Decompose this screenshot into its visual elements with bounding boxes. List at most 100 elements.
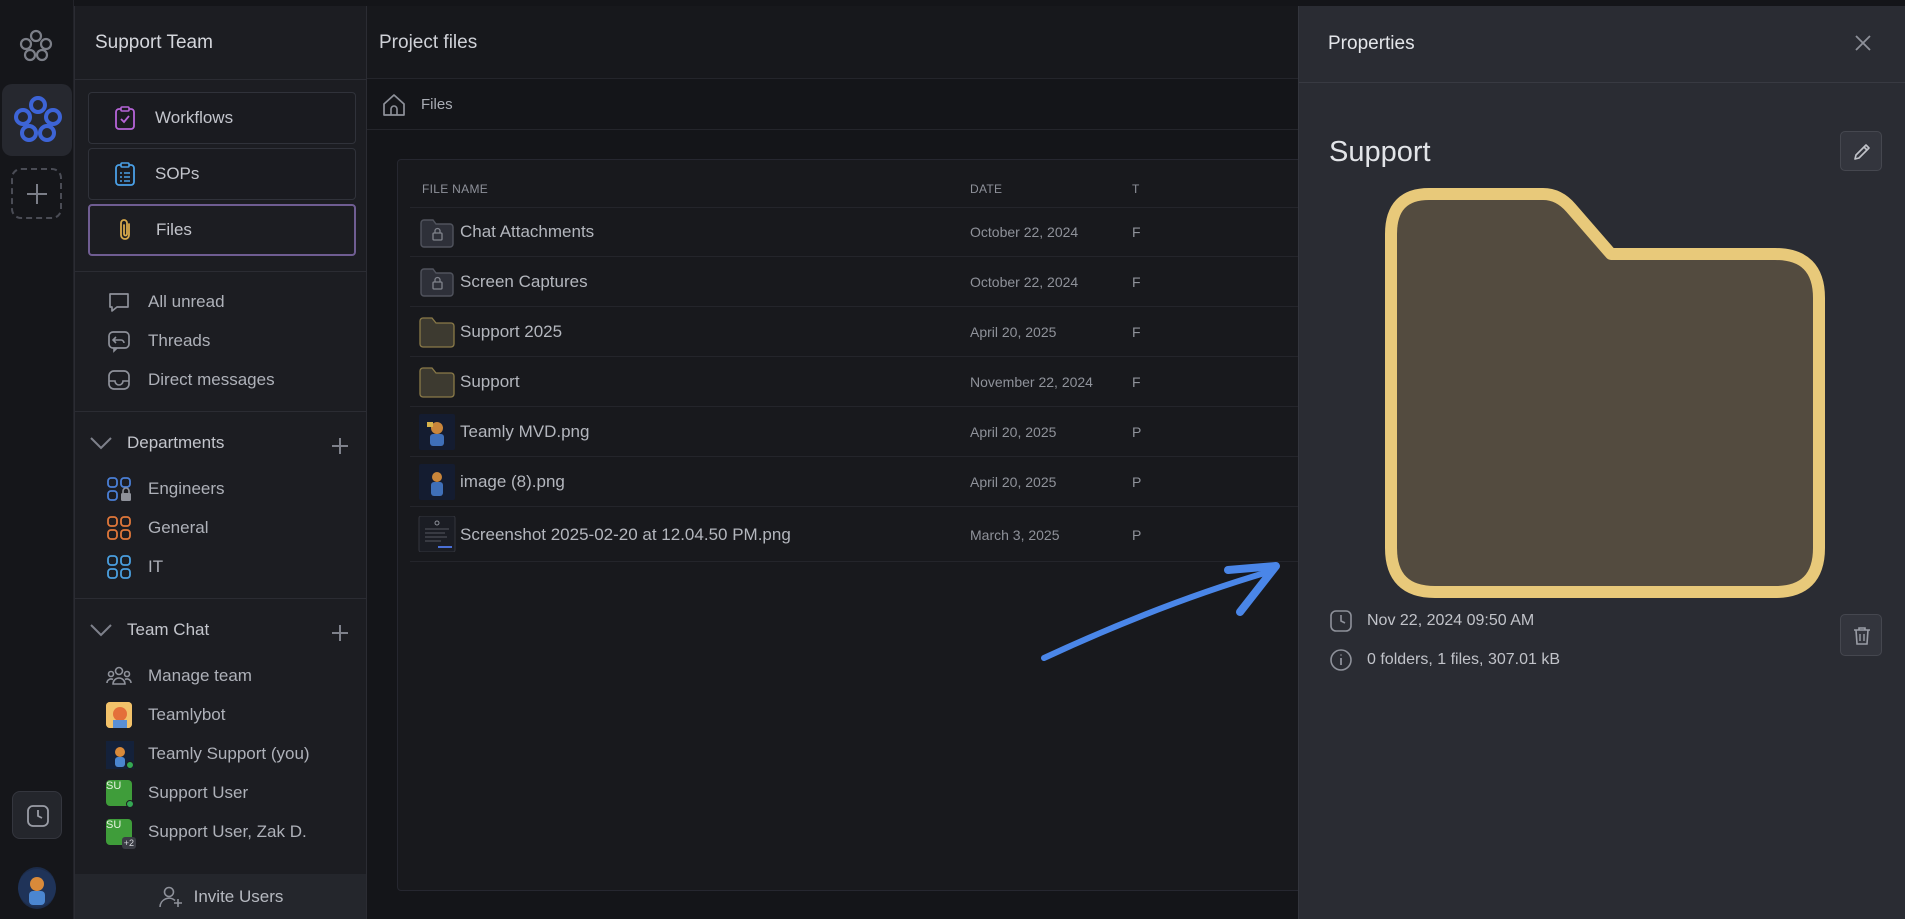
online-status-dot [126, 761, 134, 769]
file-type: P [1132, 424, 1142, 440]
annotation-arrow-icon [1041, 562, 1280, 661]
initials-avatar: SU [106, 780, 134, 808]
file-date: April 20, 2025 [970, 474, 1057, 490]
close-icon[interactable] [1853, 33, 1873, 53]
file-name: Screen Captures [460, 272, 588, 291]
delete-button[interactable] [1840, 614, 1882, 656]
properties-header: Properties [1299, 6, 1905, 83]
file-name: Teamly MVD.png [460, 422, 590, 441]
table-row[interactable]: Screen Captures October 22, 2024 F [410, 256, 1310, 306]
file-name: image (8).png [460, 472, 565, 491]
file-name: Screenshot 2025-02-20 at 12.04.50 PM.png [460, 525, 791, 544]
divider [75, 411, 366, 412]
invite-label: Invite Users [193, 886, 284, 906]
home-icon[interactable] [381, 92, 407, 118]
file-date: March 3, 2025 [970, 527, 1060, 543]
locked-folder-icon [420, 268, 454, 297]
direct-messages-item[interactable]: Direct messages [106, 367, 275, 393]
nav-files[interactable]: Files [88, 204, 356, 256]
section-title: Team Chat [127, 620, 210, 639]
modified-date-text: Nov 22, 2024 09:50 AM [1367, 612, 1535, 629]
table-row[interactable]: Support 2025 April 20, 2025 F [410, 306, 1310, 356]
bot-avatar-icon [106, 702, 132, 728]
section-title: Departments [127, 433, 225, 452]
item-label: Direct messages [148, 370, 275, 389]
nav-label: Files [156, 220, 192, 239]
folder-summary: 0 folders, 1 files, 307.01 kB [1329, 648, 1560, 672]
nav-sops[interactable]: SOPs [88, 148, 356, 200]
file-date: April 20, 2025 [970, 424, 1057, 440]
file-date: November 22, 2024 [970, 374, 1093, 390]
files-table: FILE NAME DATE T Chat Attachments Octobe… [397, 159, 1317, 891]
item-label: IT [148, 557, 164, 576]
add-user-icon [158, 886, 182, 907]
online-status-dot [126, 800, 134, 808]
file-type: F [1132, 274, 1141, 290]
column-header-type[interactable]: T [1132, 182, 1140, 196]
pencil-icon [1854, 144, 1870, 160]
department-general[interactable]: General [106, 515, 208, 541]
file-name: Chat Attachments [460, 222, 595, 241]
avatar-initials: SU [106, 780, 122, 792]
file-date: October 22, 2024 [970, 224, 1079, 240]
file-name: Support [460, 372, 520, 391]
file-type: P [1132, 474, 1142, 490]
clock-icon [27, 805, 49, 827]
chat-group-support-user[interactable]: SU +2 Support User, Zak D. [106, 819, 307, 849]
invite-users-button[interactable]: Invite Users [75, 874, 366, 919]
add-department-button[interactable] [332, 438, 348, 454]
manage-team-item[interactable]: Manage team [106, 663, 252, 689]
department-engineers[interactable]: Engineers [106, 476, 225, 502]
table-row[interactable]: Chat Attachments October 22, 2024 F [410, 207, 1310, 256]
info-icon [1330, 649, 1352, 671]
properties-title: Properties [1328, 33, 1415, 54]
column-header-name[interactable]: FILE NAME [422, 182, 488, 196]
divider [75, 271, 366, 272]
member-count-badge: +2 [121, 837, 136, 849]
folder-summary-text: 0 folders, 1 files, 307.01 kB [1367, 651, 1560, 668]
chat-support-user[interactable]: SU Support User [106, 780, 249, 808]
app: Support Team Workflows SOPs Files All un… [0, 0, 1905, 919]
inbox-icon [108, 370, 130, 390]
group-avatar: SU +2 [106, 819, 136, 849]
table-row[interactable]: Screenshot 2025-02-20 at 12.04.50 PM.png… [410, 506, 1310, 562]
threads-item[interactable]: Threads [106, 328, 210, 354]
chat-teamlybot[interactable]: Teamlybot [106, 702, 225, 728]
nav-workflows[interactable]: Workflows [88, 92, 356, 144]
trash-icon [1854, 627, 1870, 645]
file-date: October 22, 2024 [970, 274, 1079, 290]
my-avatar[interactable] [18, 867, 56, 909]
image-thumbnail-icon [419, 464, 455, 500]
add-chat-button[interactable] [332, 625, 348, 641]
chat-teamly-support[interactable]: Teamly Support (you) [106, 741, 310, 769]
workspace-support-team[interactable] [2, 84, 72, 156]
file-type: F [1132, 224, 1141, 240]
grid-lock-icon [107, 477, 131, 501]
department-it[interactable]: IT [106, 554, 163, 580]
grid-icon [107, 516, 131, 540]
table-row[interactable]: image (8).png April 20, 2025 P [410, 456, 1310, 506]
item-label: Support User, Zak D. [148, 822, 307, 841]
threads-icon [108, 331, 130, 353]
clipboard-check-icon [115, 106, 135, 130]
column-header-date[interactable]: DATE [970, 182, 1002, 196]
team-chat-section-toggle[interactable]: Team Chat [89, 620, 209, 640]
item-label: Support User [148, 783, 249, 802]
departments-section-toggle[interactable]: Departments [89, 433, 224, 453]
history-button[interactable] [12, 791, 62, 839]
modified-date: Nov 22, 2024 09:50 AM [1329, 609, 1534, 633]
grid-icon [107, 555, 131, 579]
teamly-logo-icon[interactable] [16, 26, 56, 66]
all-unread-item[interactable]: All unread [106, 289, 225, 315]
rename-button[interactable] [1840, 131, 1882, 171]
image-thumbnail-icon [419, 414, 455, 450]
add-workspace-button[interactable] [11, 168, 62, 219]
breadcrumb-files[interactable]: Files [421, 96, 453, 113]
file-name: Support 2025 [460, 322, 563, 341]
workspace-rail [0, 0, 74, 919]
item-label: Teamly Support (you) [148, 744, 310, 763]
table-row[interactable]: Support November 22, 2024 F [410, 356, 1310, 406]
table-row[interactable]: Teamly MVD.png April 20, 2025 P [410, 406, 1310, 456]
team-title: Support Team [95, 32, 213, 53]
user-avatar [106, 741, 134, 769]
